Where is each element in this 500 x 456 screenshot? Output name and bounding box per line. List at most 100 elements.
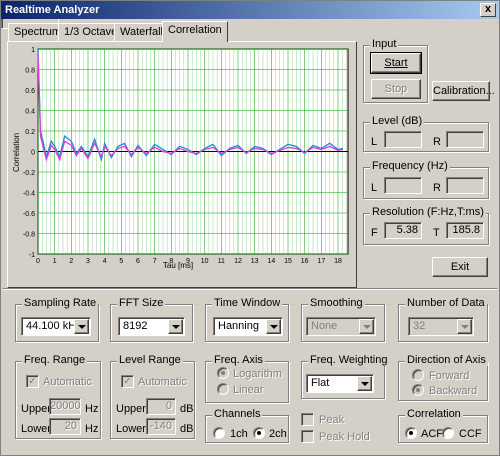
y-axis-label: Correlation [12, 133, 21, 172]
channels-title: Channels [212, 408, 263, 420]
freq-axis-logarithm-radio[interactable] [217, 367, 229, 379]
correlation-title: Correlation [405, 408, 463, 420]
number-of-data-select[interactable]: 32 [408, 317, 474, 336]
x-tick-label: 11 [218, 258, 225, 265]
level-range-upper-value[interactable]: 0 [146, 398, 176, 415]
direction-backward-radio[interactable] [412, 384, 424, 396]
freq-range-lower-unit: Hz [85, 423, 99, 435]
freq-range-upper-unit: Hz [85, 403, 99, 415]
y-tick-label: 0 [31, 150, 35, 157]
chevron-down-icon[interactable] [168, 319, 183, 334]
x-tick-label: 0 [36, 258, 40, 265]
resolution-f-value: 5.38 [384, 222, 422, 239]
freq-range-automatic-label: Automatic [43, 376, 92, 388]
frequency-l-value [384, 177, 422, 194]
start-button-label: Start [384, 57, 408, 69]
direction-of-axis-title: Direction of Axis [405, 354, 488, 366]
stop-button[interactable]: Stop [371, 79, 421, 99]
fft-size-title: FFT Size [117, 297, 166, 309]
freq-weighting-select[interactable]: Flat [306, 374, 374, 393]
chevron-down-icon[interactable] [266, 319, 281, 334]
y-tick-label: -1 [29, 252, 35, 259]
x-tick-label: 2 [69, 258, 73, 265]
tab-correlation[interactable]: Correlation [162, 21, 228, 42]
smoothing-title: Smoothing [308, 297, 365, 309]
level-range-upper-unit: dB [180, 403, 194, 415]
y-tick-label: -0.8 [23, 232, 35, 239]
y-tick-label: -0.2 [23, 170, 35, 177]
frequency-l-label: L [371, 182, 378, 194]
app-window: Realtime Analyzer x Spectrum 1/3 Octave … [0, 0, 500, 456]
correlation-acf-label: ACF [421, 428, 443, 440]
freq-range-upper-value[interactable]: 20000 [49, 398, 81, 415]
level-range-title: Level Range [117, 354, 183, 366]
number-of-data-title: Number of Data [405, 297, 487, 309]
x-tick-label: 16 [301, 258, 309, 265]
x-tick-label: 18 [334, 258, 342, 265]
correlation-chart: 10.80.60.40.20-0.2-0.4-0.6-0.8-1 0123456… [12, 47, 349, 270]
x-tick-label: 6 [136, 258, 140, 265]
level-range-automatic-label: Automatic [138, 376, 187, 388]
level-range-automatic-checkbox[interactable]: ✓ [121, 375, 134, 388]
y-tick-label: 0.6 [25, 88, 35, 95]
level-range-lower-unit: dB [180, 423, 194, 435]
exit-button[interactable]: Exit [432, 257, 488, 277]
channels-1ch-radio[interactable] [213, 427, 225, 439]
freq-weighting-value: Flat [311, 377, 330, 389]
level-r-label: R [433, 136, 441, 148]
frequency-group-title: Frequency (Hz) [370, 160, 450, 172]
chevron-down-icon[interactable] [74, 319, 89, 334]
x-tick-label: 1 [53, 258, 57, 265]
y-tick-labels: 1 0.8 0.6 0.4 0.2 0 -0.2 -0.4 -0.6 -0.8 -1 [23, 47, 35, 259]
direction-forward-label: Forward [429, 370, 470, 382]
freq-axis-title: Freq. Axis [212, 354, 265, 366]
peak-hold-checkbox[interactable] [301, 430, 314, 443]
y-tick-label: 0.2 [25, 129, 35, 136]
correlation-ccf-label: CCF [459, 428, 482, 440]
freq-range-lower-value[interactable]: 20 [49, 418, 81, 435]
freq-range-upper-label: Upper [21, 403, 51, 415]
freq-axis-linear-radio[interactable] [217, 383, 229, 395]
level-range-lower-value[interactable]: -140 [146, 418, 176, 435]
fft-size-select[interactable]: 8192 [118, 317, 185, 336]
separator [3, 288, 497, 290]
channels-2ch-label: 2ch [269, 428, 287, 440]
time-window-value: Hanning [218, 320, 259, 332]
correlation-acf-radio[interactable] [405, 427, 417, 439]
x-tick-label: 14 [267, 258, 275, 265]
chevron-down-icon[interactable] [357, 376, 372, 391]
time-window-select[interactable]: Hanning [213, 317, 283, 336]
resolution-t-label: T [433, 227, 440, 239]
close-icon[interactable]: x [480, 3, 496, 17]
freq-range-automatic-checkbox[interactable]: ✓ [26, 375, 39, 388]
y-tick-label: 1 [31, 47, 35, 54]
x-tick-label: 17 [317, 258, 325, 265]
freq-range-title: Freq. Range [22, 354, 88, 366]
frequency-r-value [446, 177, 484, 194]
resolution-t-value: 185.8 [446, 222, 484, 239]
window-title: Realtime Analyzer [5, 4, 100, 16]
chevron-down-icon[interactable] [457, 319, 472, 334]
time-window-title: Time Window [212, 297, 283, 309]
level-range-upper-label: Upper [116, 403, 146, 415]
direction-forward-radio[interactable] [412, 369, 424, 381]
start-button[interactable]: Start [370, 52, 422, 74]
x-tick-label: 5 [119, 258, 123, 265]
peak-checkbox[interactable] [301, 413, 314, 426]
freq-weighting-title: Freq. Weighting [308, 354, 390, 366]
calibration-button[interactable]: Calibration... [432, 81, 495, 101]
correlation-ccf-radio[interactable] [442, 427, 454, 439]
tab-waterfall[interactable]: Waterfall [114, 23, 169, 41]
x-tick-label: 10 [201, 258, 209, 265]
smoothing-select[interactable]: None [306, 317, 376, 336]
sampling-rate-select[interactable]: 44.100 kHz [21, 317, 91, 336]
resolution-group-title: Resolution (F:Hz,T:ms) [370, 206, 486, 218]
peak-hold-label: Peak Hold [319, 431, 370, 443]
x-tick-label: 3 [86, 258, 90, 265]
level-l-value [384, 131, 422, 148]
channels-2ch-radio[interactable] [253, 427, 265, 439]
chevron-down-icon[interactable] [359, 319, 374, 334]
title-bar: Realtime Analyzer x [1, 1, 499, 19]
frequency-r-label: R [433, 182, 441, 194]
level-r-value [446, 131, 484, 148]
